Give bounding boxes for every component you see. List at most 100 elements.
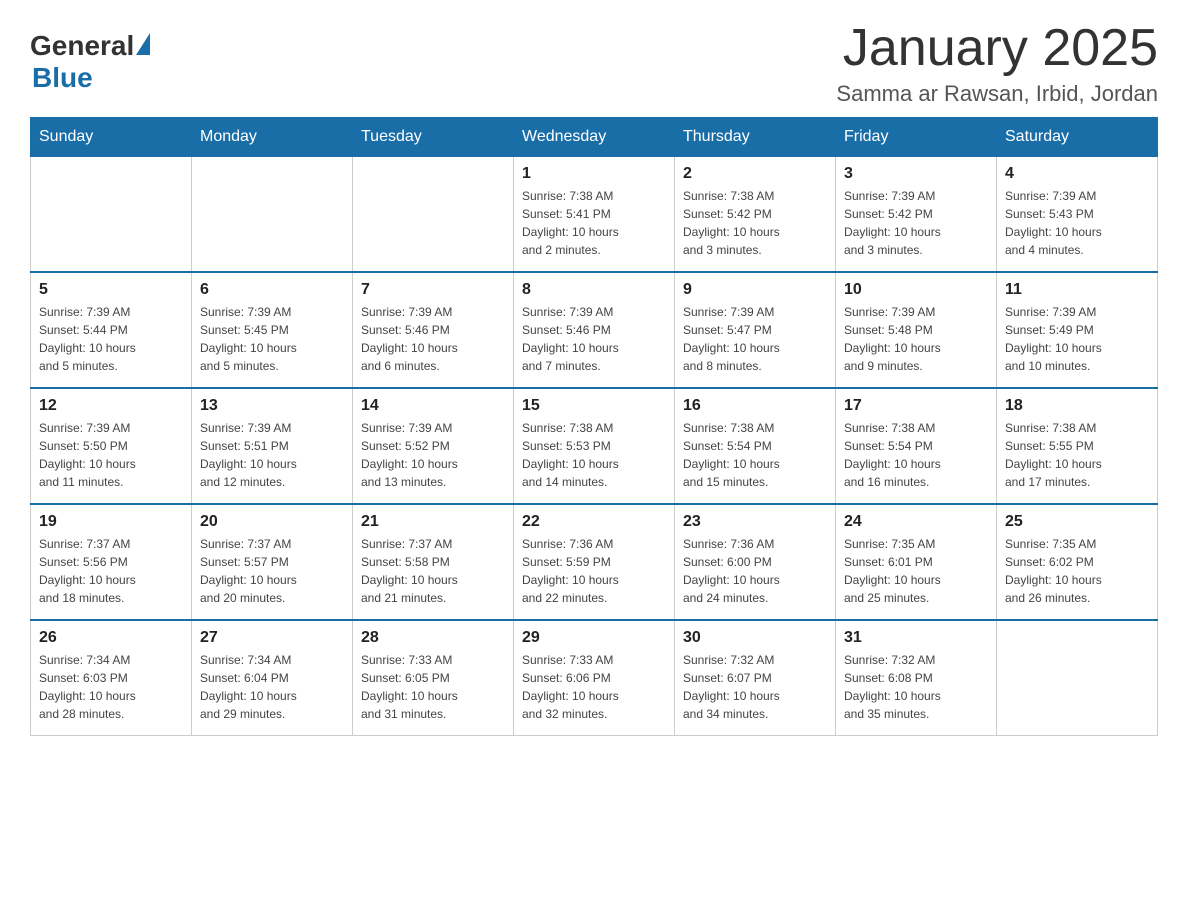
day-number: 24: [844, 513, 988, 531]
calendar-cell: [31, 157, 192, 273]
day-info: Sunrise: 7:39 AM Sunset: 5:43 PM Dayligh…: [1005, 187, 1149, 259]
day-info: Sunrise: 7:35 AM Sunset: 6:02 PM Dayligh…: [1005, 535, 1149, 607]
day-info: Sunrise: 7:39 AM Sunset: 5:44 PM Dayligh…: [39, 303, 183, 375]
calendar-cell: 23Sunrise: 7:36 AM Sunset: 6:00 PM Dayli…: [675, 504, 836, 620]
calendar-cell: 22 Sunrise: 7:36 AM Sunset: 5:59 PM Dayli…: [514, 504, 675, 620]
day-info: Sunrise: 7:39 AM Sunset: 5:46 PM Dayligh…: [361, 303, 505, 375]
day-info: Sunrise: 7:39 AM Sunset: 5:50 PM Dayligh…: [39, 419, 183, 491]
calendar-cell: 19Sunrise: 7:37 AM Sunset: 5:56 PM Dayli…: [31, 504, 192, 620]
day-number: 29: [522, 629, 666, 647]
calendar-cell: 31Sunrise: 7:32 AM Sunset: 6:08 PM Dayli…: [836, 620, 997, 736]
logo-blue-text: Blue: [32, 62, 93, 94]
page-header: General Blue January 2025 Samma ar Rawsa…: [30, 20, 1158, 107]
day-info: Sunrise: 7:39 AM Sunset: 5:46 PM Dayligh…: [522, 303, 666, 375]
calendar-cell: 14Sunrise: 7:39 AM Sunset: 5:52 PM Dayli…: [353, 388, 514, 504]
calendar-cell: 8Sunrise: 7:39 AM Sunset: 5:46 PM Daylig…: [514, 272, 675, 388]
calendar-week-row: 1Sunrise: 7:38 AM Sunset: 5:41 PM Daylig…: [31, 157, 1158, 273]
day-number: 9: [683, 281, 827, 299]
calendar-cell: 17 Sunrise: 7:38 AM Sunset: 5:54 PM Dayli…: [836, 388, 997, 504]
title-block: January 2025 Samma ar Rawsan, Irbid, Jor…: [836, 20, 1158, 107]
calendar-cell: 20 Sunrise: 7:37 AM Sunset: 5:57 PM Dayli…: [192, 504, 353, 620]
calendar-cell: 16 Sunrise: 7:38 AM Sunset: 5:54 PM Dayli…: [675, 388, 836, 504]
calendar-cell: 11 Sunrise: 7:39 AM Sunset: 5:49 PM Dayli…: [997, 272, 1158, 388]
header-sunday: Sunday: [31, 118, 192, 157]
day-number: 20: [200, 513, 344, 531]
day-info: Sunrise: 7:38 AM Sunset: 5:54 PM Dayligh…: [844, 419, 988, 491]
calendar-week-row: 26 Sunrise: 7:34 AM Sunset: 6:03 PM Dayli…: [31, 620, 1158, 736]
calendar-title: January 2025: [836, 20, 1158, 77]
day-number: 30: [683, 629, 827, 647]
day-info: Sunrise: 7:32 AM Sunset: 6:07 PM Dayligh…: [683, 651, 827, 723]
day-info: Sunrise: 7:37 AM Sunset: 5:58 PM Dayligh…: [361, 535, 505, 607]
calendar-cell: 21 Sunrise: 7:37 AM Sunset: 5:58 PM Dayli…: [353, 504, 514, 620]
day-info: Sunrise: 7:39 AM Sunset: 5:45 PM Dayligh…: [200, 303, 344, 375]
calendar-week-row: 19Sunrise: 7:37 AM Sunset: 5:56 PM Dayli…: [31, 504, 1158, 620]
day-info: Sunrise: 7:36 AM Sunset: 5:59 PM Dayligh…: [522, 535, 666, 607]
logo-general-text: General: [30, 30, 134, 62]
calendar-cell: 9Sunrise: 7:39 AM Sunset: 5:47 PM Daylig…: [675, 272, 836, 388]
calendar-cell: 3Sunrise: 7:39 AM Sunset: 5:42 PM Daylig…: [836, 157, 997, 273]
calendar-cell: 12 Sunrise: 7:39 AM Sunset: 5:50 PM Dayli…: [31, 388, 192, 504]
day-number: 17: [844, 397, 988, 415]
calendar-cell: 2 Sunrise: 7:38 AM Sunset: 5:42 PM Daylig…: [675, 157, 836, 273]
day-info: Sunrise: 7:37 AM Sunset: 5:56 PM Dayligh…: [39, 535, 183, 607]
calendar-header-row: SundayMondayTuesdayWednesdayThursdayFrid…: [31, 118, 1158, 157]
day-number: 18: [1005, 397, 1149, 415]
calendar-cell: 29Sunrise: 7:33 AM Sunset: 6:06 PM Dayli…: [514, 620, 675, 736]
day-number: 21: [361, 513, 505, 531]
day-info: Sunrise: 7:38 AM Sunset: 5:53 PM Dayligh…: [522, 419, 666, 491]
day-number: 6: [200, 281, 344, 299]
day-number: 7: [361, 281, 505, 299]
calendar-cell: 1Sunrise: 7:38 AM Sunset: 5:41 PM Daylig…: [514, 157, 675, 273]
header-thursday: Thursday: [675, 118, 836, 157]
day-number: 3: [844, 165, 988, 183]
calendar-cell: 13Sunrise: 7:39 AM Sunset: 5:51 PM Dayli…: [192, 388, 353, 504]
calendar-table: SundayMondayTuesdayWednesdayThursdayFrid…: [30, 117, 1158, 736]
logo: General Blue: [30, 30, 150, 94]
calendar-cell: 18 Sunrise: 7:38 AM Sunset: 5:55 PM Dayli…: [997, 388, 1158, 504]
calendar-cell: [353, 157, 514, 273]
day-number: 27: [200, 629, 344, 647]
calendar-cell: 15 Sunrise: 7:38 AM Sunset: 5:53 PM Dayli…: [514, 388, 675, 504]
day-number: 22: [522, 513, 666, 531]
day-number: 1: [522, 165, 666, 183]
day-number: 2: [683, 165, 827, 183]
day-info: Sunrise: 7:38 AM Sunset: 5:42 PM Dayligh…: [683, 187, 827, 259]
day-number: 10: [844, 281, 988, 299]
calendar-cell: 7 Sunrise: 7:39 AM Sunset: 5:46 PM Daylig…: [353, 272, 514, 388]
day-info: Sunrise: 7:39 AM Sunset: 5:49 PM Dayligh…: [1005, 303, 1149, 375]
day-number: 12: [39, 397, 183, 415]
calendar-cell: 27Sunrise: 7:34 AM Sunset: 6:04 PM Dayli…: [192, 620, 353, 736]
day-number: 31: [844, 629, 988, 647]
calendar-cell: 6 Sunrise: 7:39 AM Sunset: 5:45 PM Daylig…: [192, 272, 353, 388]
day-info: Sunrise: 7:38 AM Sunset: 5:55 PM Dayligh…: [1005, 419, 1149, 491]
day-number: 26: [39, 629, 183, 647]
day-info: Sunrise: 7:39 AM Sunset: 5:52 PM Dayligh…: [361, 419, 505, 491]
day-info: Sunrise: 7:36 AM Sunset: 6:00 PM Dayligh…: [683, 535, 827, 607]
day-number: 5: [39, 281, 183, 299]
calendar-week-row: 12 Sunrise: 7:39 AM Sunset: 5:50 PM Dayli…: [31, 388, 1158, 504]
day-info: Sunrise: 7:33 AM Sunset: 6:05 PM Dayligh…: [361, 651, 505, 723]
day-number: 28: [361, 629, 505, 647]
header-friday: Friday: [836, 118, 997, 157]
day-number: 15: [522, 397, 666, 415]
calendar-cell: 26 Sunrise: 7:34 AM Sunset: 6:03 PM Dayli…: [31, 620, 192, 736]
calendar-cell: 25Sunrise: 7:35 AM Sunset: 6:02 PM Dayli…: [997, 504, 1158, 620]
calendar-cell: [997, 620, 1158, 736]
day-info: Sunrise: 7:39 AM Sunset: 5:51 PM Dayligh…: [200, 419, 344, 491]
calendar-cell: 10 Sunrise: 7:39 AM Sunset: 5:48 PM Dayli…: [836, 272, 997, 388]
logo-triangle-icon: [136, 33, 150, 55]
day-info: Sunrise: 7:35 AM Sunset: 6:01 PM Dayligh…: [844, 535, 988, 607]
calendar-cell: 28 Sunrise: 7:33 AM Sunset: 6:05 PM Dayli…: [353, 620, 514, 736]
day-number: 11: [1005, 281, 1149, 299]
calendar-cell: [192, 157, 353, 273]
day-info: Sunrise: 7:37 AM Sunset: 5:57 PM Dayligh…: [200, 535, 344, 607]
day-info: Sunrise: 7:38 AM Sunset: 5:54 PM Dayligh…: [683, 419, 827, 491]
calendar-cell: 5 Sunrise: 7:39 AM Sunset: 5:44 PM Daylig…: [31, 272, 192, 388]
day-info: Sunrise: 7:34 AM Sunset: 6:03 PM Dayligh…: [39, 651, 183, 723]
day-info: Sunrise: 7:39 AM Sunset: 5:48 PM Dayligh…: [844, 303, 988, 375]
day-number: 16: [683, 397, 827, 415]
header-saturday: Saturday: [997, 118, 1158, 157]
calendar-subtitle: Samma ar Rawsan, Irbid, Jordan: [836, 81, 1158, 107]
calendar-cell: 24 Sunrise: 7:35 AM Sunset: 6:01 PM Dayli…: [836, 504, 997, 620]
